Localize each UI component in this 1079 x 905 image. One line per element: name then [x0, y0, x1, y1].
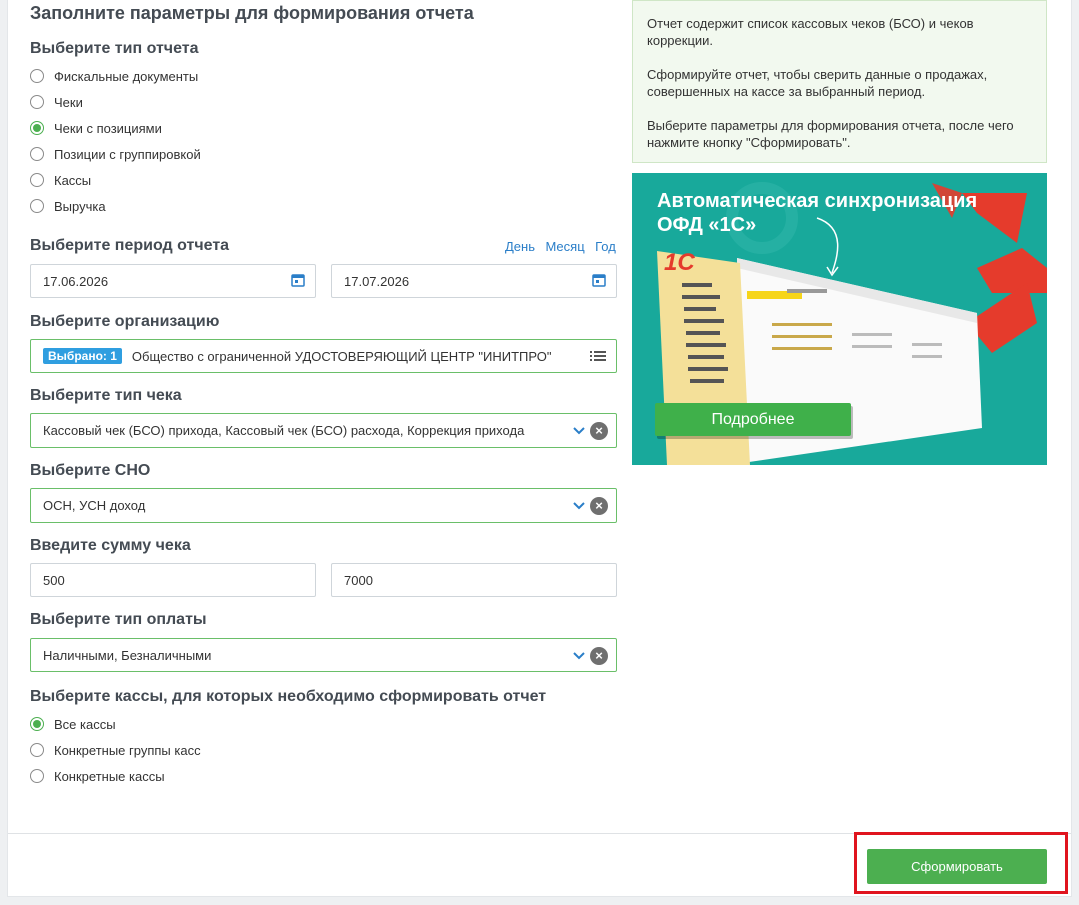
- radio-button[interactable]: [30, 743, 44, 757]
- info-box: Отчет содержит список кассовых чеков (БС…: [632, 0, 1047, 163]
- amount-to-input[interactable]: 7000: [331, 563, 617, 597]
- option-label: Чеки с позициями: [54, 120, 162, 136]
- receipt-type-select[interactable]: Кассовый чек (БСО) прихода, Кассовый чек…: [30, 413, 617, 448]
- promo-banner[interactable]: Автоматическая синхронизация ОФД «1С» 1С…: [632, 173, 1047, 465]
- report-type-option[interactable]: Позиции с группировкой: [30, 144, 201, 164]
- organization-value: Общество с ограниченной УДОСТОВЕРЯЮЩИЙ Ц…: [131, 348, 552, 364]
- report-type-group: Фискальные документы Чеки Чеки с позиция…: [30, 66, 201, 216]
- report-type-option[interactable]: Чеки с позициями: [30, 118, 201, 138]
- radio-button[interactable]: [30, 717, 44, 731]
- radio-button[interactable]: [30, 199, 44, 213]
- option-label: Все кассы: [54, 716, 116, 732]
- registers-option[interactable]: Все кассы: [30, 714, 201, 734]
- option-label: Чеки: [54, 94, 83, 110]
- date-to-value: 17.07.2026: [344, 273, 410, 289]
- period-links: День Месяц Год: [505, 238, 616, 256]
- calendar-icon[interactable]: [291, 273, 305, 287]
- payment-type-value: Наличными, Безналичными: [43, 647, 212, 663]
- option-label: Кассы: [54, 172, 92, 188]
- tax-system-title: Выберите СНО: [30, 462, 151, 479]
- organization-select[interactable]: Выбрано: 1 Общество с ограниченной УДОСТ…: [30, 339, 617, 373]
- amount-from-value: 500: [43, 572, 65, 588]
- radio-button[interactable]: [30, 95, 44, 109]
- 1c-logo: 1С: [664, 249, 695, 276]
- registers-option[interactable]: Конкретные кассы: [30, 766, 201, 786]
- report-type-option[interactable]: Кассы: [30, 170, 201, 190]
- info-text-1: Отчет содержит список кассовых чеков (БС…: [647, 16, 974, 48]
- clear-icon[interactable]: ×: [590, 647, 608, 665]
- date-from-value: 17.06.2026: [43, 273, 109, 289]
- selected-count-badge: Выбрано: 1: [43, 348, 122, 364]
- radio-button[interactable]: [30, 69, 44, 83]
- receipt-type-value: Кассовый чек (БСО) прихода, Кассовый чек…: [43, 423, 525, 438]
- calendar-icon[interactable]: [592, 273, 606, 287]
- report-type-title: Выберите тип отчета: [30, 40, 199, 57]
- receipt-type-title: Выберите тип чека: [30, 387, 182, 404]
- period-link-month[interactable]: Месяц: [545, 239, 584, 254]
- report-type-option[interactable]: Выручка: [30, 196, 201, 216]
- clear-icon[interactable]: ×: [590, 497, 608, 515]
- chevron-down-icon[interactable]: [573, 650, 585, 660]
- chevron-down-icon[interactable]: [573, 425, 585, 435]
- organization-title: Выберите организацию: [30, 313, 220, 330]
- date-to-input[interactable]: 17.07.2026: [331, 264, 617, 298]
- payment-type-title: Выберите тип оплаты: [30, 611, 207, 628]
- registers-group: Все кассы Конкретные группы касс Конкрет…: [30, 714, 201, 786]
- report-type-option[interactable]: Фискальные документы: [30, 66, 201, 86]
- chevron-down-icon[interactable]: [573, 500, 585, 510]
- option-label: Конкретные группы касс: [54, 742, 201, 758]
- banner-title-line-2: ОФД «1С»: [657, 214, 757, 236]
- more-button[interactable]: Подробнее: [655, 403, 851, 436]
- clear-icon[interactable]: ×: [590, 422, 608, 440]
- page-title: Заполните параметры для формирования отч…: [30, 3, 474, 23]
- radio-button[interactable]: [30, 147, 44, 161]
- amount-title: Введите сумму чека: [30, 537, 191, 554]
- option-label: Конкретные кассы: [54, 768, 165, 784]
- tax-system-select[interactable]: ОСН, УСН доход ×: [30, 488, 617, 523]
- amount-to-value: 7000: [344, 572, 373, 588]
- banner-title-line-1: Автоматическая синхронизация: [657, 190, 978, 212]
- date-from-input[interactable]: 17.06.2026: [30, 264, 316, 298]
- option-label: Выручка: [54, 198, 106, 214]
- option-label: Фискальные документы: [54, 68, 199, 84]
- radio-button[interactable]: [30, 173, 44, 187]
- payment-type-select[interactable]: Наличными, Безналичными ×: [30, 638, 617, 672]
- report-type-option[interactable]: Чеки: [30, 92, 201, 112]
- banner-title: Автоматическая синхронизация ОФД «1С»: [657, 189, 977, 237]
- info-text-2: Сформируйте отчет, чтобы сверить данные …: [647, 67, 988, 99]
- amount-from-input[interactable]: 500: [30, 563, 316, 597]
- option-label: Позиции с группировкой: [54, 146, 201, 162]
- period-link-day[interactable]: День: [505, 239, 535, 254]
- registers-option[interactable]: Конкретные группы касс: [30, 740, 201, 760]
- radio-button[interactable]: [30, 769, 44, 783]
- highlight-frame: [854, 832, 1068, 894]
- info-text-3: Выберите параметры для формирования отче…: [647, 118, 1014, 150]
- tax-system-value: ОСН, УСН доход: [43, 498, 146, 513]
- registers-title: Выберите кассы, для которых необходимо с…: [30, 688, 547, 705]
- radio-button[interactable]: [30, 121, 44, 135]
- list-icon[interactable]: [590, 350, 606, 362]
- period-title: Выберите период отчета: [30, 237, 230, 254]
- period-link-year[interactable]: Год: [595, 239, 616, 254]
